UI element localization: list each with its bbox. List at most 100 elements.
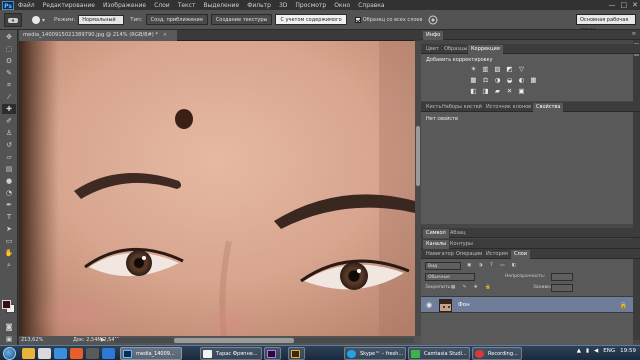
menu-edit[interactable]: Редактирование [39, 2, 99, 9]
media-player-icon[interactable] [86, 348, 99, 359]
mode-select[interactable]: Нормальный [78, 14, 125, 25]
type-create-texture-button[interactable]: Создание текстуры [210, 14, 273, 25]
menu-filter[interactable]: Фильтр [243, 2, 275, 9]
vertical-scroll-thumb[interactable] [416, 126, 420, 186]
layer-filter-icons[interactable]: ▣ ◑ T ▭ ◧ [467, 263, 519, 268]
tab-navigator[interactable]: Навигатор [423, 250, 457, 259]
screen-mode-icon[interactable]: ▣ [2, 334, 16, 344]
tab-layers[interactable]: Слои [511, 250, 530, 259]
volume-icon[interactable]: ◀ [594, 348, 598, 354]
hand-tool-icon[interactable]: ✋ [2, 248, 16, 258]
type-content-aware-button[interactable]: С учетом содержимого [275, 14, 347, 25]
tab-color[interactable]: Цвет [423, 45, 442, 54]
hue-saturation-icon[interactable]: ▦ [469, 76, 478, 84]
taskbar-skype[interactable]: Skype™ – fresh... [344, 347, 406, 360]
invert-icon[interactable]: ◧ [469, 87, 478, 95]
workspace-select[interactable]: Основная рабочая среда [576, 14, 636, 33]
app-icon[interactable] [102, 348, 115, 359]
type-tool-icon[interactable]: T [2, 212, 16, 222]
color-balance-icon[interactable]: ⚖ [481, 76, 490, 84]
taskbar-bridge[interactable] [288, 347, 305, 360]
clone-stamp-tool-icon[interactable]: ♙ [2, 128, 16, 138]
clock[interactable]: 19:59 [620, 348, 636, 354]
start-button[interactable] [3, 347, 16, 360]
zoom-tool-icon[interactable]: ⌕ [2, 260, 16, 270]
menu-type[interactable]: Текст [174, 2, 200, 9]
lasso-tool-icon[interactable]: ʘ [2, 56, 16, 66]
pressure-size-icon[interactable] [428, 15, 438, 25]
fill-field[interactable] [551, 284, 573, 292]
brush-size-picker[interactable] [28, 13, 48, 27]
pen-tool-icon[interactable]: ✒ [2, 200, 16, 210]
tray-arrow-icon[interactable]: ▲ [577, 348, 581, 354]
channel-mixer-icon[interactable]: ◐ [517, 76, 526, 84]
taskbar-camtasia[interactable]: Camtasia Studi... [408, 347, 470, 360]
tab-brush-presets[interactable]: Наборы кистей [439, 103, 485, 112]
tab-swatches[interactable]: Образцы [441, 45, 470, 54]
zoom-level[interactable]: 213,62% [21, 336, 43, 345]
status-menu-arrow-icon[interactable]: ▶ [101, 336, 105, 345]
history-brush-tool-icon[interactable]: ↺ [2, 140, 16, 150]
tab-history[interactable]: История [483, 250, 511, 259]
eraser-tool-icon[interactable]: ▱ [2, 152, 16, 162]
taskbar-browser[interactable]: Тарас Фряпне... [200, 347, 262, 360]
horizontal-scroll-thumb[interactable] [174, 338, 294, 343]
brush-tool-icon[interactable]: ✐ [2, 116, 16, 126]
taskbar-premiere[interactable] [264, 347, 281, 360]
file-explorer-icon[interactable] [22, 348, 35, 359]
image-canvas[interactable] [19, 41, 415, 336]
curves-icon[interactable]: ▨ [493, 65, 502, 73]
path-select-tool-icon[interactable]: ➤ [2, 224, 16, 234]
language-indicator[interactable]: ENG [603, 348, 615, 354]
tab-channels[interactable]: Каналы [423, 240, 450, 249]
tab-adjustments[interactable]: Коррекция [468, 45, 503, 54]
internet-explorer-icon[interactable] [54, 348, 67, 359]
menu-window[interactable]: Окно [330, 2, 354, 9]
tool-preset-picker[interactable] [4, 12, 22, 27]
shape-tool-icon[interactable]: ▭ [2, 236, 16, 246]
type-proximity-match-button[interactable]: Созд. приближения [145, 14, 208, 25]
move-tool-icon[interactable]: ✥ [2, 32, 16, 42]
menu-view[interactable]: Просмотр [291, 2, 330, 9]
opacity-field[interactable] [551, 273, 573, 281]
tab-paragraph[interactable]: Абзац [447, 229, 469, 238]
maximize-button[interactable]: □ [621, 1, 628, 9]
document-tab[interactable]: media_1400915021389790.jpg @ 214% (RGB/8… [19, 30, 178, 41]
menu-help[interactable]: Справка [354, 2, 388, 9]
dodge-tool-icon[interactable]: ◔ [2, 188, 16, 198]
marquee-tool-icon[interactable]: ⬚ [2, 44, 16, 54]
threshold-icon[interactable]: ▰ [493, 87, 502, 95]
eyedropper-tool-icon[interactable]: ⁄ [2, 92, 16, 102]
menu-file[interactable]: Файл [14, 2, 39, 9]
color-lookup-icon[interactable]: ▦ [529, 76, 538, 84]
layer-row-background[interactable]: ◉ Фон 🔒 [421, 296, 633, 313]
tab-clone-source[interactable]: Источник клонов [483, 103, 534, 112]
foreground-color-swatch[interactable] [2, 300, 11, 309]
tab-paths[interactable]: Контуры [447, 240, 476, 249]
menu-3d[interactable]: 3D [275, 2, 291, 9]
lock-icons[interactable]: ▦ ✎ ✥ 🔒 [451, 285, 494, 290]
menu-select[interactable]: Выделение [199, 2, 243, 9]
panel-menu-icon[interactable]: ≡ [632, 31, 636, 37]
gradient-map-icon[interactable]: ▣ [517, 87, 526, 95]
levels-icon[interactable]: ▥ [481, 65, 490, 73]
taskbar-recording[interactable]: Recording... [472, 347, 522, 360]
quick-mask-icon[interactable]: ◙ [2, 322, 16, 332]
posterize-icon[interactable]: ◨ [481, 87, 490, 95]
tab-character[interactable]: Символ [423, 229, 449, 238]
taskbar-photoshop[interactable]: media_14009... [120, 347, 182, 360]
selective-color-icon[interactable]: ✕ [505, 87, 514, 95]
horizontal-scrollbar[interactable] [114, 338, 414, 343]
menu-layers[interactable]: Слои [150, 2, 174, 9]
close-button[interactable]: ✕ [632, 1, 638, 9]
tab-info[interactable]: Инфо [423, 31, 444, 40]
notepad-icon[interactable] [38, 348, 51, 359]
network-icon[interactable]: ▮ [586, 348, 589, 354]
spot-healing-tool-icon[interactable]: ✚ [2, 104, 16, 114]
minimize-button[interactable]: — [609, 1, 616, 9]
tab-properties[interactable]: Свойства [533, 103, 564, 112]
firefox-icon[interactable] [70, 348, 83, 359]
vibrance-icon[interactable]: ▽ [517, 65, 526, 73]
close-tab-icon[interactable]: × [163, 32, 167, 38]
quick-select-tool-icon[interactable]: ✎ [2, 68, 16, 78]
